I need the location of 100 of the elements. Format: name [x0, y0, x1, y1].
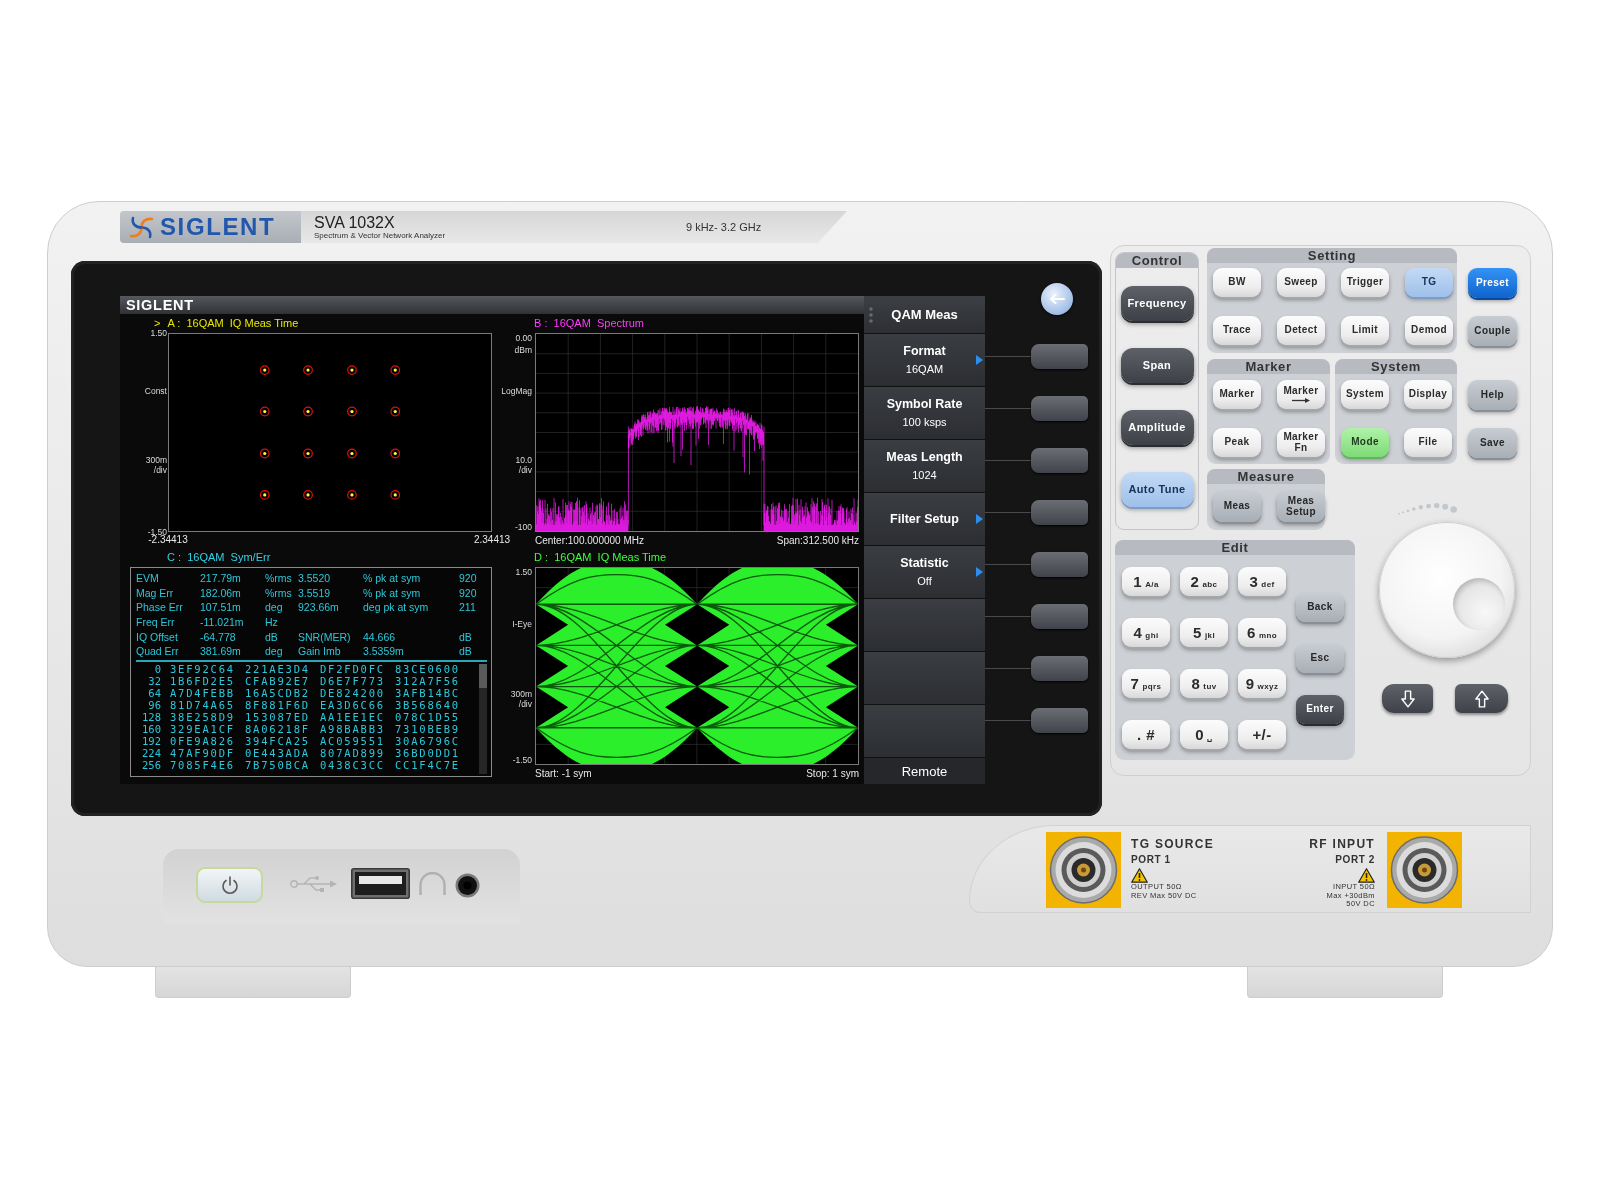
panel-button[interactable]: File [1404, 428, 1452, 457]
hex-word: 3B568640 [395, 698, 460, 711]
keypad-button[interactable]: 2 abc [1180, 567, 1228, 596]
hex-word: 83CE0600 [395, 662, 460, 675]
softkey[interactable] [1031, 500, 1088, 525]
panel-button[interactable]: Trigger [1341, 268, 1389, 297]
panel-button[interactable]: Esc [1296, 644, 1344, 673]
panel-button[interactable]: BW [1213, 268, 1261, 297]
keypad-button[interactable]: 9 wxyz [1238, 669, 1286, 698]
keypad-button[interactable]: 7 pqrs [1122, 669, 1170, 698]
panel-button[interactable]: Marker Fn [1277, 428, 1325, 457]
softkey[interactable] [1031, 708, 1088, 733]
panel-button[interactable]: Amplitude [1120, 410, 1194, 445]
panel-button[interactable]: Display [1404, 380, 1452, 409]
panel-button[interactable]: System [1341, 380, 1389, 409]
softkey-menu-item[interactable]: Filter Setup [864, 493, 985, 546]
keypad-button[interactable]: 8 tuv [1180, 669, 1228, 698]
drag-dots-icon [869, 306, 873, 323]
softkey[interactable] [1031, 552, 1088, 577]
scrollbar[interactable] [479, 663, 487, 774]
panel-button[interactable]: Frequency [1120, 286, 1194, 321]
hex-word: 0FE9A826 [170, 735, 235, 748]
remote-status: Remote [864, 758, 985, 784]
panel-button[interactable]: Save [1468, 428, 1517, 458]
panel-button[interactable]: Demod [1405, 316, 1453, 345]
hex-word: 312A7F56 [395, 674, 460, 687]
port-name: TG SOURCE [1131, 837, 1215, 851]
table-cell: Phase Err [136, 601, 183, 614]
frequency-range: 9 kHz- 3.2 GHz [686, 221, 762, 233]
arrow-key[interactable] [1455, 684, 1508, 713]
constellation-point [259, 448, 270, 459]
constellation-point [303, 406, 313, 417]
hex-word: 3EF92C64 [170, 662, 235, 675]
model-description: Spectrum & Vector Network Analyzer [314, 231, 447, 240]
panel-button[interactable]: Help [1468, 380, 1517, 410]
softkey-menu-item[interactable]: Meas Length 1024 [864, 440, 985, 493]
softkey[interactable] [1031, 656, 1088, 681]
panel-button[interactable]: Trace [1213, 316, 1261, 345]
panel-button[interactable]: Marker [1277, 380, 1325, 409]
keypad-button[interactable]: 3 def [1238, 567, 1286, 596]
constellation-point [259, 406, 270, 417]
hex-word: 0E443ADA [245, 747, 310, 760]
power-button[interactable] [196, 867, 263, 903]
axis-label: I-Eye [512, 620, 532, 629]
hex-word: 8F881F6D [245, 698, 310, 711]
hex-word: DE824200 [320, 686, 385, 699]
softkey[interactable] [1031, 604, 1088, 629]
panel-button[interactable]: Peak [1213, 428, 1261, 457]
hex-word: D6E7F773 [320, 674, 385, 687]
axis-label: LogMag [501, 386, 532, 395]
panel-button[interactable]: Meas [1213, 491, 1261, 522]
panel-button[interactable]: TG [1405, 268, 1453, 297]
panel-button[interactable]: Marker [1213, 380, 1261, 409]
axis-label: 2.34413 [473, 535, 511, 545]
hex-word: 7310BEB9 [395, 723, 460, 736]
panel-button[interactable]: Enter [1296, 695, 1344, 724]
hex-offset: 64 [148, 686, 161, 699]
keypad-button[interactable]: . # [1122, 720, 1170, 749]
table-cell: 923.66m [298, 601, 339, 614]
panel-button[interactable]: Limit [1341, 316, 1389, 345]
panel-button[interactable]: Preset [1468, 268, 1517, 298]
panel-button[interactable]: Detect [1277, 316, 1325, 345]
axis-label: /div [153, 466, 167, 475]
panel-button[interactable]: Couple [1468, 316, 1517, 346]
table-cell: 107.51m [200, 601, 241, 614]
round-arrow-button[interactable] [1041, 283, 1073, 315]
hex-word: CC1F4C7E [395, 759, 460, 772]
keypad-button[interactable]: +/- [1238, 720, 1286, 749]
softkey[interactable] [1031, 396, 1088, 421]
constellation-point [390, 406, 401, 417]
panel-button[interactable]: Mode [1341, 428, 1389, 457]
model-name: SVA 1032X [314, 214, 396, 231]
keypad-button[interactable]: 1 A/a [1122, 567, 1170, 596]
softkey[interactable] [1031, 344, 1088, 369]
panel-button[interactable]: Sweep [1277, 268, 1325, 297]
keypad-button[interactable]: 5 jkl [1180, 618, 1228, 647]
softkey-menu-item[interactable]: Format 16QAM [864, 334, 985, 387]
arrow-key[interactable] [1382, 684, 1433, 713]
panel-button[interactable]: Back [1296, 593, 1344, 622]
softkey-menu-item[interactable]: Statistic Off [864, 546, 985, 599]
constellation-point [347, 489, 357, 500]
softkey-menu-item[interactable]: Symbol Rate 100 ksps [864, 387, 985, 440]
window-title: B : 16QAM Spectrum [534, 317, 645, 329]
hex-word: 394FCA25 [245, 735, 310, 748]
keypad-button[interactable]: 6 mno [1238, 618, 1286, 647]
panel-button[interactable]: Span [1120, 348, 1194, 383]
port-label: PORT 2 [1335, 854, 1375, 866]
softkey[interactable] [1031, 448, 1088, 473]
constellation-point [303, 365, 313, 376]
hex-word: EA3D6C66 [320, 698, 385, 711]
keypad-button[interactable]: 0 ␣ [1180, 720, 1228, 749]
keypad-button[interactable]: 4 ghi [1122, 618, 1170, 647]
table-cell: Gain Imb [298, 645, 341, 658]
panel-button[interactable]: Auto Tune [1120, 472, 1194, 507]
table-cell: %rms [265, 572, 292, 585]
usb-port [351, 868, 410, 899]
down-arrow-icon [1400, 689, 1415, 708]
hex-word: 7B750BCA [245, 759, 310, 772]
axis-label: -2.34413 [148, 535, 188, 545]
panel-button[interactable]: Meas Setup [1277, 491, 1325, 522]
